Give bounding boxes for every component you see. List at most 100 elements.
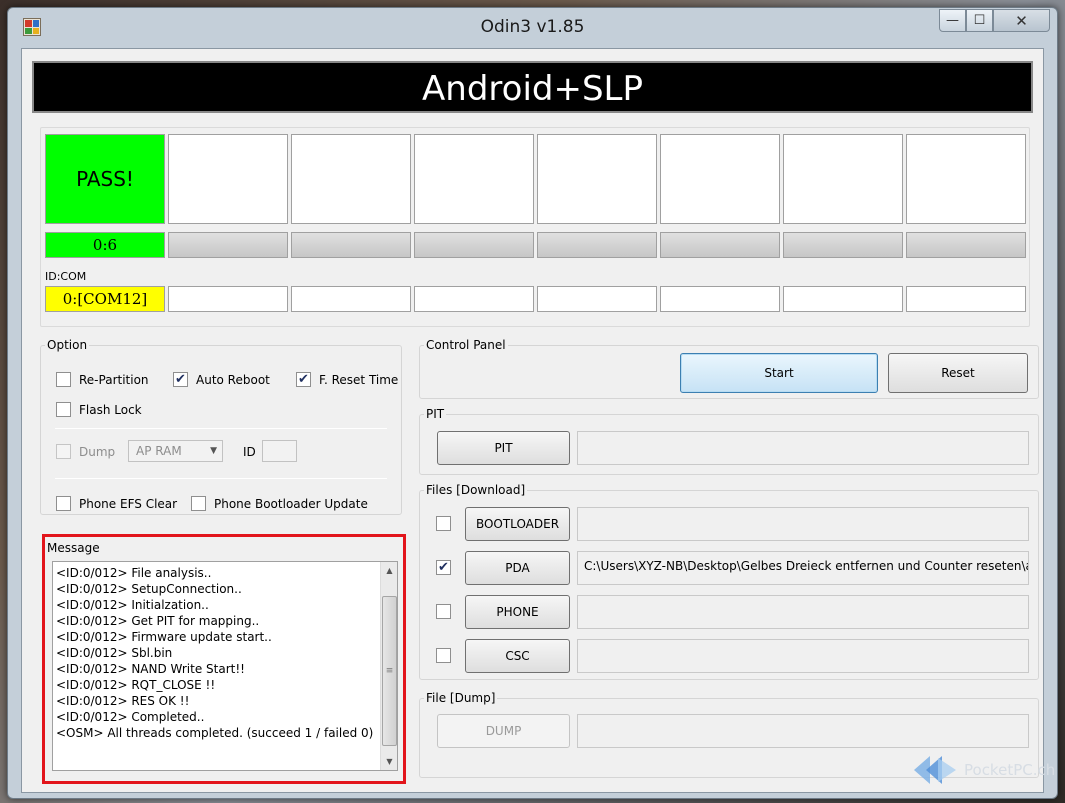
port-status-8 [906, 134, 1026, 224]
port-progress-4 [414, 232, 534, 258]
option-title: Option [45, 338, 90, 352]
re-partition-label[interactable]: Re-Partition [79, 373, 149, 387]
phone-bootloader-update-checkbox[interactable] [191, 496, 206, 511]
port-status-5 [537, 134, 657, 224]
status-row: PASS! [45, 134, 1026, 224]
port-progress-5 [537, 232, 657, 258]
start-button[interactable]: Start [680, 353, 878, 393]
com-row: 0:[COM12] [45, 286, 1026, 312]
com-port-6 [660, 286, 780, 312]
f-reset-time-label[interactable]: F. Reset Time [319, 373, 398, 387]
file-dump-title: File [Dump] [424, 691, 498, 705]
client-area: Android+SLP PASS! 0:6 ID:COM 0:[COM12] O… [21, 48, 1044, 793]
bootloader-button[interactable]: BOOTLOADER [465, 507, 570, 541]
close-icon: ✕ [1015, 11, 1028, 30]
watermark-text: PocketPC.ch [964, 761, 1056, 779]
message-line: <ID:0/012> Initialzation.. [56, 598, 209, 612]
dump-path-field[interactable] [577, 714, 1029, 748]
pda-checkbox[interactable]: ✔ [436, 560, 451, 575]
port-progress-1: 0:6 [45, 232, 165, 258]
message-line: <ID:0/012> Get PIT for mapping.. [56, 614, 260, 628]
option-separator-1 [55, 428, 387, 429]
control-panel-title: Control Panel [424, 338, 508, 352]
message-lines: <ID:0/012> File analysis.. <ID:0/012> Se… [56, 565, 373, 741]
message-line: <ID:0/012> RES OK !! [56, 694, 190, 708]
pda-button[interactable]: PDA [465, 551, 570, 585]
com-port-4 [414, 286, 534, 312]
scroll-down-icon[interactable]: ▼ [381, 753, 398, 770]
window-title: Odin3 v1.85 [480, 17, 585, 37]
option-separator-2 [55, 478, 387, 479]
title-bar[interactable]: Odin3 v1.85 — ☐ ✕ [8, 8, 1057, 46]
pocketpc-logo-icon [914, 756, 956, 784]
maximize-button[interactable]: ☐ [966, 9, 993, 32]
auto-reboot-label[interactable]: Auto Reboot [196, 373, 270, 387]
pit-title: PIT [424, 407, 447, 421]
re-partition-checkbox[interactable] [56, 372, 71, 387]
port-progress-2 [168, 232, 288, 258]
message-log[interactable]: <ID:0/012> File analysis.. <ID:0/012> Se… [52, 561, 398, 771]
port-status-7 [783, 134, 903, 224]
pocketpc-watermark: PocketPC.ch [912, 752, 1055, 788]
phone-efs-clear-label[interactable]: Phone EFS Clear [79, 497, 177, 511]
message-title: Message [47, 541, 100, 555]
message-line: <OSM> All threads completed. (succeed 1 … [56, 726, 374, 740]
message-line: <ID:0/012> Completed.. [56, 710, 205, 724]
bootloader-checkbox[interactable] [436, 516, 451, 531]
f-reset-time-checkbox[interactable]: ✔ [296, 372, 311, 387]
pda-path-field[interactable]: C:\Users\XYZ-NB\Desktop\Gelbes Dreieck e… [577, 551, 1029, 585]
flash-lock-label[interactable]: Flash Lock [79, 403, 142, 417]
dump-id-label: ID [243, 445, 256, 459]
phone-efs-clear-checkbox[interactable] [56, 496, 71, 511]
dump-type-value: AP RAM [136, 444, 182, 458]
csc-button[interactable]: CSC [465, 639, 570, 673]
message-line: <ID:0/012> Firmware update start.. [56, 630, 272, 644]
phone-checkbox[interactable] [436, 604, 451, 619]
caption-buttons: — ☐ ✕ [939, 9, 1050, 32]
port-status-4 [414, 134, 534, 224]
maximize-icon: ☐ [973, 13, 986, 28]
message-scrollbar[interactable]: ▲ ≡ ▼ [380, 562, 397, 770]
odin-window: Odin3 v1.85 — ☐ ✕ Android+SLP PASS! 0:6 … [7, 7, 1058, 799]
scroll-thumb[interactable]: ≡ [382, 596, 397, 746]
message-line: <ID:0/012> SetupConnection.. [56, 582, 242, 596]
reset-button[interactable]: Reset [888, 353, 1028, 393]
progress-row: 0:6 [45, 232, 1026, 258]
message-line: <ID:0/012> File analysis.. [56, 566, 212, 580]
port-progress-7 [783, 232, 903, 258]
minimize-icon: — [946, 13, 959, 28]
auto-reboot-checkbox[interactable]: ✔ [173, 372, 188, 387]
csc-checkbox[interactable] [436, 648, 451, 663]
dump-button[interactable]: DUMP [437, 714, 570, 748]
phone-bootloader-update-label[interactable]: Phone Bootloader Update [214, 497, 368, 511]
csc-path-field[interactable] [577, 639, 1029, 673]
idcom-label: ID:COM [45, 270, 87, 283]
com-port-8 [906, 286, 1026, 312]
port-progress-3 [291, 232, 411, 258]
minimize-button[interactable]: — [939, 9, 966, 32]
pit-path-field[interactable] [577, 431, 1029, 465]
flash-lock-checkbox[interactable] [56, 402, 71, 417]
dump-type-select[interactable]: AP RAM ▼ [128, 440, 223, 462]
dump-id-input[interactable] [262, 440, 297, 462]
message-line: <ID:0/012> RQT_CLOSE !! [56, 678, 216, 692]
com-port-5 [537, 286, 657, 312]
com-port-7 [783, 286, 903, 312]
phone-path-field[interactable] [577, 595, 1029, 629]
phone-button[interactable]: PHONE [465, 595, 570, 629]
model-banner: Android+SLP [32, 61, 1033, 113]
close-button[interactable]: ✕ [993, 9, 1050, 32]
scroll-up-icon[interactable]: ▲ [381, 562, 398, 579]
message-line: <ID:0/012> NAND Write Start!! [56, 662, 245, 676]
com-port-1: 0:[COM12] [45, 286, 165, 312]
chevron-down-icon: ▼ [210, 446, 217, 456]
port-status-area: PASS! 0:6 ID:COM 0:[COM12] [40, 127, 1030, 327]
files-download-title: Files [Download] [424, 483, 528, 497]
bootloader-path-field[interactable] [577, 507, 1029, 541]
dump-checkbox[interactable] [56, 444, 71, 459]
port-status-6 [660, 134, 780, 224]
com-port-3 [291, 286, 411, 312]
dump-label[interactable]: Dump [79, 445, 115, 459]
pit-button[interactable]: PIT [437, 431, 570, 465]
port-status-1: PASS! [45, 134, 165, 224]
